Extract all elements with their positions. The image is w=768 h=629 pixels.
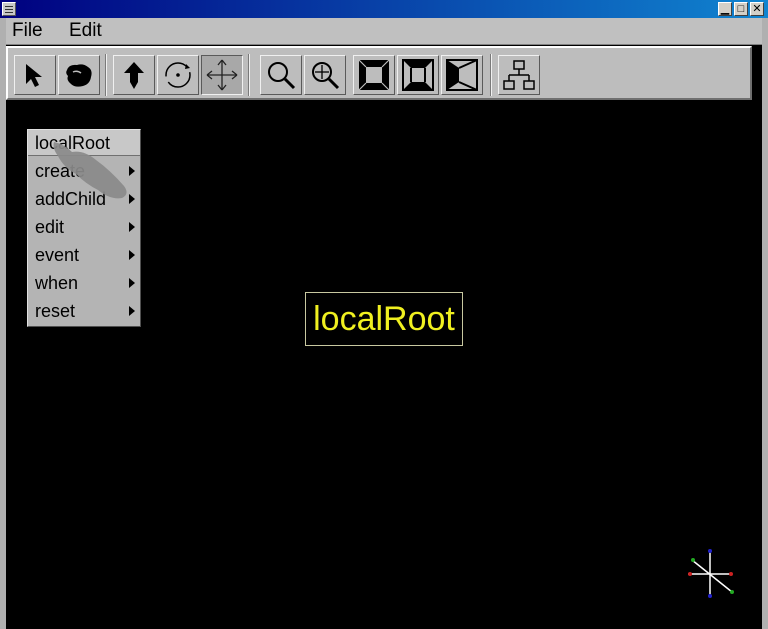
menubar: File Edit (6, 18, 762, 45)
rotate-icon (165, 62, 191, 88)
submenu-arrow-icon (129, 306, 135, 316)
menu-item-label: reset (35, 301, 76, 321)
view-front-button[interactable] (353, 55, 395, 95)
move-cross-icon (206, 59, 238, 91)
zoom-icon (268, 62, 296, 90)
scene-graph-button[interactable] (498, 55, 540, 95)
hand-tool-button[interactable] (58, 55, 100, 95)
select-tool-button[interactable] (14, 55, 56, 95)
zoom-fit-icon (312, 62, 340, 90)
toolbar (6, 46, 752, 100)
view-perspective-icon (402, 59, 434, 91)
window-titlebar[interactable]: ▁ □ ✕ (0, 0, 768, 18)
translate-up-icon (124, 62, 144, 89)
context-menu-item-reset[interactable]: reset (28, 297, 140, 325)
menu-item-label: when (35, 273, 79, 293)
hand-icon (66, 64, 92, 87)
view-front-icon (358, 59, 390, 91)
axes-gizmo-icon (688, 549, 734, 598)
rotate-button[interactable] (157, 55, 199, 95)
context-menu-item-edit[interactable]: edit (28, 213, 140, 241)
toolbar-separator (105, 54, 107, 96)
submenu-arrow-icon (129, 278, 135, 288)
view-perspective-button[interactable] (397, 55, 439, 95)
maximize-button[interactable]: □ (734, 2, 748, 16)
scene-graph-icon (503, 60, 535, 90)
window-border-right (762, 18, 768, 629)
menu-item-label: edit (35, 217, 65, 237)
submenu-arrow-icon (129, 222, 135, 232)
select-arrow-icon (26, 64, 42, 87)
context-menu-item-when[interactable]: when (28, 269, 140, 297)
zoom-button[interactable] (260, 55, 302, 95)
menu-file[interactable]: File (12, 20, 43, 42)
close-button[interactable]: ✕ (750, 2, 764, 16)
menu-edit[interactable]: Edit (69, 20, 102, 42)
context-menu-item-event[interactable]: event (28, 241, 140, 269)
scene-node-localroot[interactable]: localRoot (305, 292, 463, 346)
zoom-fit-button[interactable] (304, 55, 346, 95)
view-side-button[interactable] (441, 55, 483, 95)
submenu-arrow-icon (129, 250, 135, 260)
move-button[interactable] (201, 55, 243, 95)
menu-item-label: event (35, 245, 80, 265)
minimize-button[interactable]: ▁ (718, 2, 732, 16)
translate-button[interactable] (113, 55, 155, 95)
toolbar-separator (248, 54, 250, 96)
toolbar-separator (490, 54, 492, 96)
view-side-icon (446, 59, 478, 91)
window-menu-icon[interactable] (2, 2, 16, 16)
hand-cursor-icon (53, 142, 127, 199)
